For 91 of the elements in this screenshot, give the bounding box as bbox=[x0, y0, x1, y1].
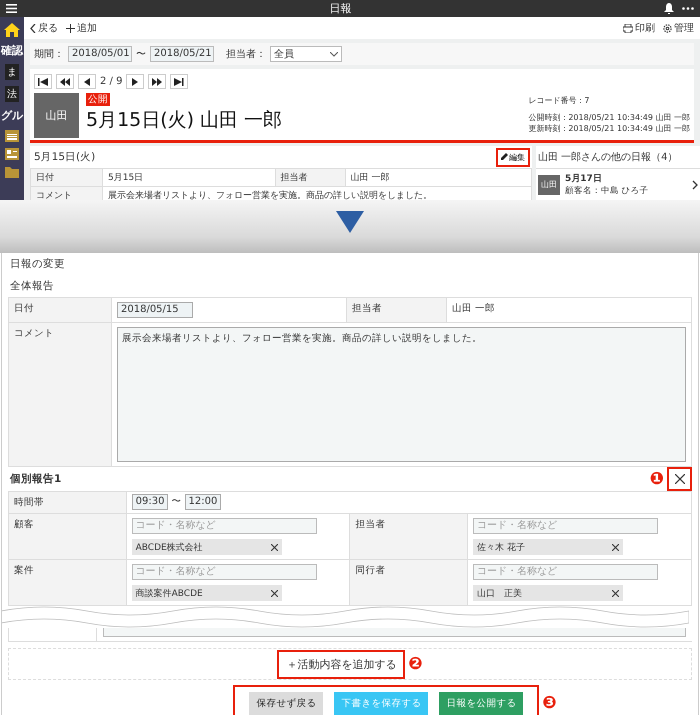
page-counter: 2 / 9 bbox=[100, 76, 122, 87]
selected-tag: 佐々木 花子 bbox=[473, 539, 624, 555]
section-title: 全体報告 bbox=[9, 279, 55, 294]
sidebar-item[interactable]: 法 bbox=[5, 86, 19, 102]
table-cell: 案件 bbox=[8, 560, 126, 606]
panel-title: 山田 一郎さんの他の日報（4） bbox=[537, 150, 679, 165]
sidebar-item[interactable]: グル bbox=[1, 108, 23, 123]
caret-icon bbox=[330, 52, 338, 56]
close-icon bbox=[674, 474, 684, 484]
table-cell: 担当者 bbox=[275, 168, 346, 186]
page-title: 日報の変更 bbox=[9, 257, 66, 272]
remove-icon[interactable] bbox=[612, 544, 620, 550]
updated-time: 更新時刻：2018/05/21 10:34:49 山田 一郎 bbox=[528, 124, 690, 134]
pencil-icon bbox=[501, 153, 508, 161]
card-icon[interactable] bbox=[5, 148, 19, 160]
print-link[interactable]: 印刷 bbox=[623, 21, 655, 35]
assignee-label: 担当者： bbox=[226, 48, 266, 61]
table-cell: 日付 bbox=[30, 168, 102, 186]
table-cell: 山田 一郎 bbox=[446, 298, 692, 322]
cancel-button[interactable]: 保存せず戻る bbox=[249, 692, 324, 715]
rewind-icon bbox=[59, 78, 71, 86]
table-cell: コメント bbox=[8, 322, 112, 466]
back-link[interactable]: 戻る bbox=[30, 21, 58, 35]
avatar: 山田 bbox=[538, 174, 560, 194]
table-cell: 山田 一郎 bbox=[345, 168, 532, 186]
range-separator: 〜 bbox=[136, 48, 146, 61]
close-button[interactable] bbox=[667, 467, 692, 491]
avatar: 山田 bbox=[34, 93, 79, 138]
section-title: 5月15日(火) bbox=[34, 150, 96, 164]
home-icon[interactable] bbox=[4, 23, 20, 37]
table-cell: 5月15日 bbox=[102, 168, 276, 186]
record-title: 5月15日(火) 山田 一郎 bbox=[86, 108, 284, 133]
more-icon[interactable] bbox=[682, 7, 694, 10]
sidebar-item[interactable]: ま bbox=[5, 64, 19, 80]
customer-name: 顧客名：中島 ひろ子 bbox=[565, 186, 649, 196]
fast-forward-button[interactable] bbox=[148, 74, 166, 89]
next-button[interactable] bbox=[126, 74, 144, 89]
bell-icon[interactable] bbox=[664, 3, 674, 14]
down-arrow-icon bbox=[336, 211, 364, 233]
remove-icon[interactable] bbox=[612, 590, 620, 596]
remove-icon[interactable] bbox=[270, 590, 278, 596]
record-number: レコード番号：7 bbox=[528, 96, 590, 106]
published-time: 公開時刻：2018/05/21 10:34:49 山田 一郎 bbox=[528, 113, 690, 123]
printer-icon bbox=[623, 24, 633, 32]
menu-icon[interactable] bbox=[6, 4, 17, 13]
table-cell: 日付 bbox=[8, 298, 112, 322]
last-page-button[interactable] bbox=[170, 74, 188, 89]
remove-icon[interactable] bbox=[270, 544, 278, 550]
date-field[interactable]: 2018/05/01 bbox=[68, 46, 132, 62]
table-cell: 担当者 bbox=[346, 298, 446, 322]
range-separator: 〜 bbox=[170, 496, 182, 507]
first-page-button[interactable] bbox=[34, 74, 52, 89]
add-link[interactable]: 追加 bbox=[66, 21, 97, 35]
period-label: 期間： bbox=[34, 48, 64, 61]
callout-number: ❷ bbox=[408, 656, 423, 672]
time-field[interactable]: 12:00 bbox=[184, 494, 222, 510]
add-activity-button[interactable]: ＋活動内容を追加する bbox=[277, 650, 406, 678]
status-badge: 公開 bbox=[86, 93, 110, 106]
folder-icon[interactable] bbox=[5, 166, 19, 178]
last-page-icon bbox=[173, 78, 186, 86]
fast-forward-icon bbox=[151, 78, 164, 86]
rewind-button[interactable] bbox=[56, 74, 74, 89]
selected-tag: 山口 正美 bbox=[473, 585, 624, 601]
edit-button[interactable]: 編集 bbox=[496, 148, 530, 166]
settings-icon bbox=[663, 24, 672, 32]
section-title: 個別報告1 bbox=[10, 472, 62, 486]
selected-tag: ABCDE株式会社 bbox=[132, 539, 282, 555]
plus-icon bbox=[66, 24, 75, 32]
date-field[interactable]: 2018/05/15 bbox=[117, 302, 193, 318]
first-page-icon bbox=[37, 78, 49, 86]
chevron-icon bbox=[692, 180, 698, 190]
table-cell: 担当者 bbox=[350, 514, 468, 560]
sidebar-item[interactable]: 確認 bbox=[1, 43, 23, 58]
assignee-select[interactable]: 全員 bbox=[270, 46, 342, 62]
previous-button[interactable] bbox=[78, 74, 96, 89]
text-field[interactable] bbox=[103, 628, 686, 637]
app-title: 日報 bbox=[328, 1, 352, 16]
chevron-left-icon bbox=[30, 24, 36, 32]
settings-link[interactable]: 管理 bbox=[663, 21, 694, 35]
callout-number: ❶ bbox=[650, 470, 664, 488]
comment-field[interactable]: 展示会来場者リストより、フォロー営業を実施。商品の詳しい説明をしました。 bbox=[117, 327, 686, 462]
time-field[interactable]: 09:30 bbox=[132, 494, 168, 510]
calendar-icon[interactable] bbox=[5, 129, 19, 142]
callout-number: ❸ bbox=[542, 695, 557, 712]
table-cell: 同行者 bbox=[350, 560, 468, 606]
report-date: 5月17日 bbox=[565, 172, 603, 185]
table-cell: 顧客 bbox=[8, 514, 126, 560]
table-cell: 時間帯 bbox=[8, 492, 126, 514]
date-field[interactable]: 2018/05/21 bbox=[150, 46, 214, 62]
table-cell: コメント bbox=[30, 186, 102, 200]
selected-tag: 商談案件ABCDE bbox=[132, 585, 282, 601]
